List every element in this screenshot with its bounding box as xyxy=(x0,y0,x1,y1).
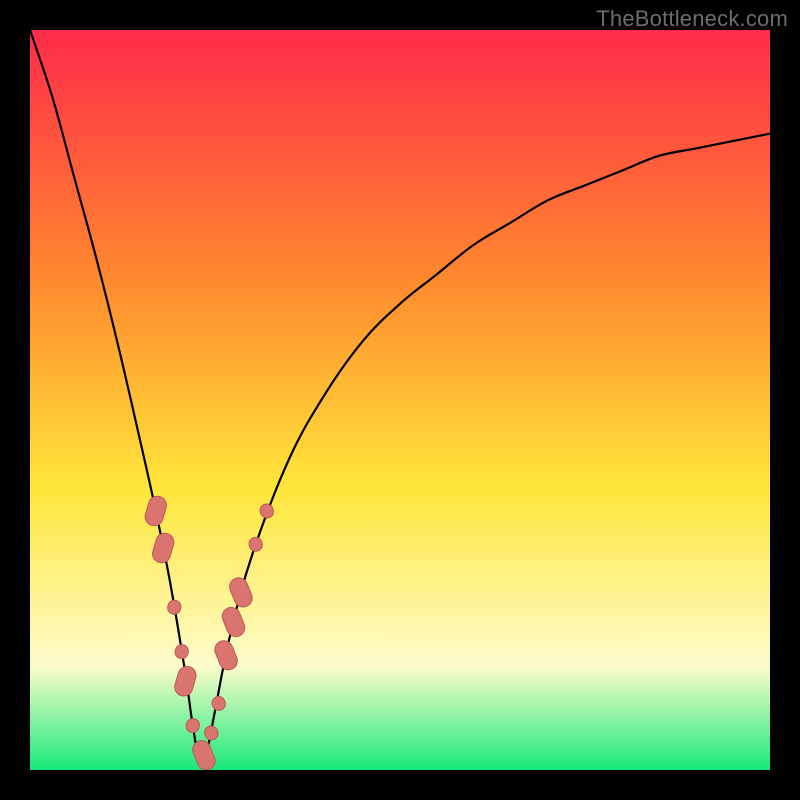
plot-area xyxy=(30,30,770,770)
data-marker xyxy=(247,535,264,553)
data-marker xyxy=(212,638,240,673)
data-marker xyxy=(258,502,275,520)
data-marker xyxy=(166,599,182,616)
data-marker xyxy=(150,531,176,565)
data-marker xyxy=(227,575,255,610)
data-marker xyxy=(174,643,190,660)
data-marker xyxy=(173,664,199,698)
outer-frame: TheBottleneck.com xyxy=(0,0,800,800)
chart-svg xyxy=(30,30,770,770)
bottleneck-curve xyxy=(30,30,770,764)
data-marker xyxy=(190,738,218,770)
data-marker xyxy=(210,694,227,712)
watermark-text: TheBottleneck.com xyxy=(596,6,788,32)
marker-group xyxy=(143,494,275,770)
data-marker xyxy=(143,494,169,528)
data-marker xyxy=(185,717,201,734)
data-marker xyxy=(220,605,248,640)
data-marker xyxy=(203,724,220,742)
